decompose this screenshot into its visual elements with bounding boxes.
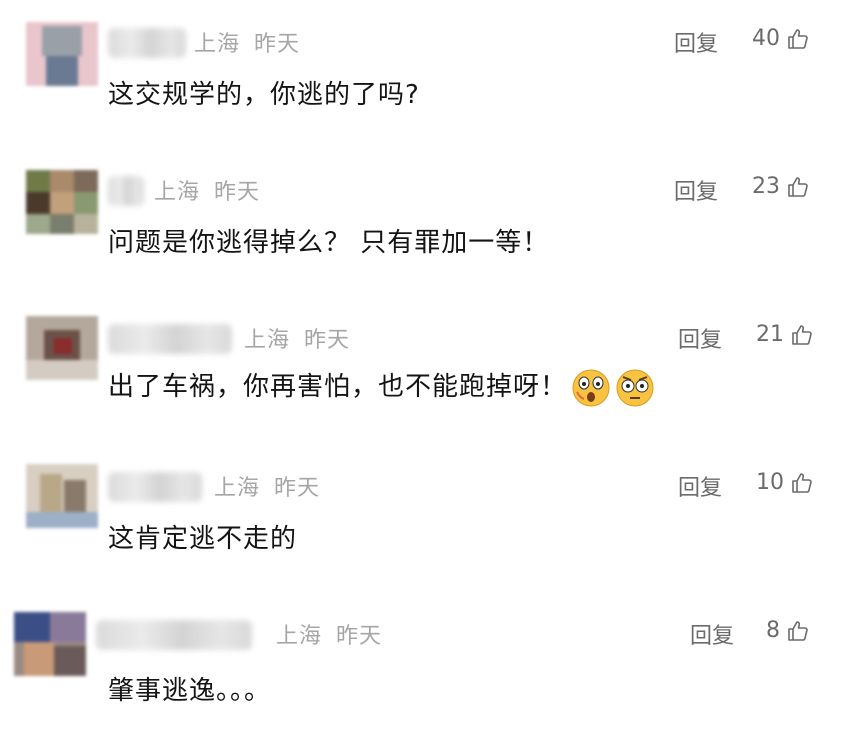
username-blurred[interactable] — [108, 28, 186, 58]
thumbs-up-icon — [792, 472, 812, 493]
comment-item: 上海 昨天 回复 40 这交规学的，你逃的了吗? — [0, 0, 844, 140]
reply-button[interactable]: 回复 — [674, 174, 718, 206]
comment-item: 上海 昨天 回复 21 出了车祸，你再害怕，也不能跑掉呀！ — [0, 296, 844, 436]
reply-button[interactable]: 回复 — [678, 470, 722, 502]
comment-meta: 上海 昨天 — [276, 618, 396, 650]
location-text: 上海 — [194, 32, 241, 57]
time-text: 昨天 — [336, 624, 383, 649]
comment-meta: 上海 昨天 — [154, 174, 274, 206]
comment-text: 这交规学的，你逃的了吗? — [108, 80, 420, 110]
comment-text-content: 出了车祸，你再害怕，也不能跑掉呀！ — [108, 372, 568, 402]
location-text: 上海 — [214, 476, 261, 501]
username-blurred[interactable] — [108, 176, 144, 206]
like-button[interactable]: 40 — [752, 26, 810, 51]
thumbs-up-icon — [792, 324, 812, 345]
comment-item: 上海 昨天 回复 8 肇事逃逸。。。 — [0, 592, 844, 732]
comment-item: 上海 昨天 回复 23 问题是你逃得掉么？ 只有罪加一等！ — [0, 148, 844, 288]
like-count: 23 — [752, 174, 780, 199]
avatar[interactable] — [26, 170, 98, 234]
like-count: 10 — [756, 470, 784, 495]
comment-meta: 上海 昨天 — [244, 322, 364, 354]
comment-meta: 上海 昨天 — [194, 26, 314, 58]
like-button[interactable]: 8 — [766, 618, 810, 643]
comment-text: 肇事逃逸。。。 — [108, 676, 272, 706]
username-blurred[interactable] — [108, 324, 232, 354]
like-count: 40 — [752, 26, 780, 51]
like-count: 8 — [766, 618, 780, 643]
avatar[interactable] — [26, 464, 98, 528]
location-text: 上海 — [244, 328, 291, 353]
thumbs-up-icon — [788, 176, 808, 197]
time-text: 昨天 — [274, 476, 321, 501]
comment-text: 这肯定逃不走的 — [108, 524, 298, 554]
like-button[interactable]: 23 — [752, 174, 810, 199]
thumbs-up-icon — [788, 620, 808, 641]
comment-text: 问题是你逃得掉么？ 只有罪加一等！ — [108, 228, 550, 258]
comment-item: 上海 昨天 回复 10 这肯定逃不走的 — [0, 444, 844, 584]
username-blurred[interactable] — [96, 620, 252, 650]
time-text: 昨天 — [254, 32, 301, 57]
reply-button[interactable]: 回复 — [690, 618, 734, 650]
location-text: 上海 — [154, 180, 201, 205]
time-text: 昨天 — [304, 328, 351, 353]
like-button[interactable]: 21 — [756, 322, 814, 347]
reply-button[interactable]: 回复 — [678, 322, 722, 354]
avatar[interactable] — [26, 22, 98, 86]
avatar[interactable] — [26, 316, 98, 380]
reply-button[interactable]: 回复 — [674, 26, 718, 58]
location-text: 上海 — [276, 624, 323, 649]
avatar[interactable] — [14, 612, 86, 676]
fearful-face-icon — [572, 369, 610, 406]
comment-meta: 上海 昨天 — [214, 470, 334, 502]
like-button[interactable]: 10 — [756, 470, 814, 495]
thumbs-up-icon — [788, 28, 808, 49]
time-text: 昨天 — [214, 180, 261, 205]
wide-eyed-face-icon — [616, 369, 654, 406]
comment-text: 出了车祸，你再害怕，也不能跑掉呀！ — [108, 366, 655, 408]
like-count: 21 — [756, 322, 784, 347]
username-blurred[interactable] — [108, 472, 202, 502]
